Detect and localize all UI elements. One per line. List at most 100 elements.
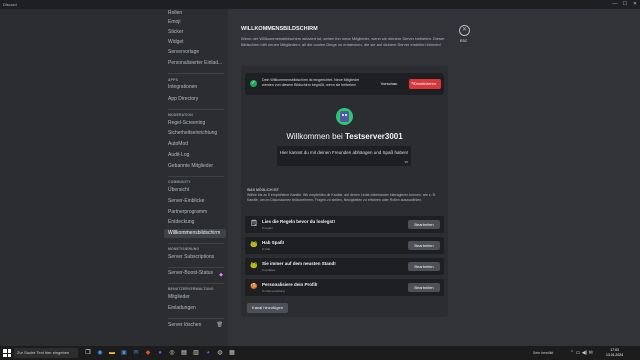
avatar-eye <box>342 114 344 116</box>
windows-taskbar: Zur Suche Text hier eingeben ❐ ◉ ▬ ▣ ✉ ◆… <box>0 346 640 360</box>
close-icon[interactable]: ✕ <box>459 25 470 36</box>
sidebar-item-label: Server-Boost-Status <box>168 270 214 276</box>
sidebar-item-insights[interactable]: Server-Einblicke <box>164 197 226 206</box>
welcome-prefix: Willkommen bei <box>286 132 345 141</box>
section-description: Wähle bis zu 5 empfohlene Kanäle. Wir em… <box>247 193 436 202</box>
weather-text[interactable]: Sehr bewölkt <box>533 346 553 360</box>
list-item-title: Personalisiere dein Profil! <box>262 282 318 287</box>
emoji-icon: 🍪 <box>250 284 258 290</box>
system-tray-icons[interactable]: ⌃ ▭ ◀) ✉ <box>570 346 593 360</box>
sidebar-item-sticker[interactable]: Sticker <box>164 28 226 37</box>
app-icon[interactable]: ◍ <box>216 349 224 357</box>
sidebar-header-user-management: BENUTZERVERWALTUNG <box>168 287 214 291</box>
list-item-channel: # regeln <box>262 226 273 230</box>
avatar-figure <box>340 111 349 122</box>
app-icon[interactable]: ◎ <box>168 349 176 357</box>
file-explorer-icon[interactable]: ▬ <box>108 349 116 357</box>
sidebar-divider <box>168 267 224 268</box>
app-icon[interactable]: ▥ <box>192 349 200 357</box>
sidebar-divider <box>168 283 224 284</box>
boost-gem-icon: ◆ <box>219 272 223 278</box>
sidebar-item-discovery[interactable]: Entdeckung <box>164 218 226 227</box>
sidebar-item-integrations[interactable]: Integrationen <box>164 83 226 92</box>
server-description-input[interactable]: Hier kannst du mit deinen Freunden abhän… <box>277 146 411 166</box>
server-description-text: Hier kannst du mit deinen Freunden abhän… <box>279 150 409 155</box>
mouse-cursor-icon: ↖ <box>411 81 416 87</box>
edit-button[interactable]: Bearbeiten <box>408 283 440 292</box>
list-item: 🗒 Lies die Regeln bevor du loslegst! # r… <box>245 216 444 233</box>
settings-sidebar: Rollen Emoji Sticker Widget Servervorlag… <box>0 9 228 346</box>
sidebar-item-welcome-screen[interactable]: Willkommensbildschirm <box>164 229 226 238</box>
list-item-channel: # updates <box>262 268 276 272</box>
list-item-title: Hab Spaß! <box>262 240 285 245</box>
sidebar-divider <box>168 176 224 177</box>
sidebar-item-overview[interactable]: Übersicht <box>164 186 226 195</box>
sidebar-item-rule-screening[interactable]: Regel-Screening <box>164 119 226 128</box>
list-item: 🐸 Sie immer auf dem neusten Stand! # upd… <box>245 258 444 275</box>
emoji-icon: 🐸 <box>250 263 258 269</box>
sidebar-item-subscriptions[interactable]: Server Subscriptions <box>164 253 226 262</box>
app-icon[interactable]: ▦ <box>228 349 236 357</box>
sidebar-header-moderation: MODERATION <box>168 113 193 117</box>
check-icon: ✓ <box>250 80 257 87</box>
emoji-icon: 🗒 <box>250 221 258 227</box>
sidebar-item-invites[interactable]: Einladungen <box>164 304 226 313</box>
sidebar-item-delete-server[interactable]: Server löschen 🗑 <box>164 321 226 330</box>
brave-icon[interactable]: ◆ <box>144 349 152 357</box>
sidebar-item-vanity-invite[interactable]: Personalisierter Einlad... <box>164 59 226 68</box>
edit-button[interactable]: Bearbeiten <box>408 241 440 250</box>
trash-icon: 🗑 <box>216 322 223 328</box>
esc-label: ESC <box>460 39 468 43</box>
maximize-button[interactable]: ☐ <box>620 0 630 9</box>
edge-icon[interactable]: ◉ <box>96 349 104 357</box>
sidebar-item-emoji[interactable]: Emoji <box>164 18 226 27</box>
mail-icon[interactable]: ✉ <box>132 349 140 357</box>
sidebar-item-label: Server löschen <box>168 322 202 328</box>
store-icon[interactable]: ▣ <box>120 349 128 357</box>
list-item-channel: # chat <box>262 247 271 251</box>
section-header: WAS MÖGLICH IST <box>247 188 279 192</box>
sidebar-header-monetization: MONETISIERUNG <box>168 247 200 251</box>
sidebar-item-automod[interactable]: AutoMod <box>164 140 226 149</box>
sidebar-item-partner[interactable]: Partnerprogramm <box>164 208 226 217</box>
add-channel-button[interactable]: Kanal hinzufügen <box>247 303 288 313</box>
page-title: WILLKOMMENSBILDSCHIRM <box>241 26 318 32</box>
server-name: Testserver3001 <box>345 132 403 141</box>
window-titlebar: Discord — ☐ ✕ <box>0 0 640 9</box>
sidebar-divider <box>168 243 224 244</box>
windows-start-icon[interactable] <box>3 349 11 357</box>
taskbar-search-input[interactable]: Zur Suche Text hier eingeben <box>14 348 78 358</box>
server-avatar[interactable] <box>336 108 353 125</box>
minimize-button[interactable]: — <box>610 0 620 9</box>
app-icon[interactable]: ▤ <box>180 349 188 357</box>
window-title: Discord <box>3 2 17 7</box>
sidebar-item-boost-status[interactable]: Server-Boost-Status ◆ <box>164 269 226 278</box>
sidebar-item-audit-log[interactable]: Audit-Log <box>164 151 226 160</box>
sidebar-divider <box>168 318 224 319</box>
edit-button[interactable]: Bearbeiten <box>408 262 440 271</box>
sidebar-item-widget[interactable]: Widget <box>164 38 226 47</box>
welcome-heading: Willkommen bei Testserver3001 <box>241 132 448 141</box>
sidebar-item-members[interactable]: Mitglieder <box>164 293 226 302</box>
list-item-title: Sie immer auf dem neusten Stand! <box>262 261 336 266</box>
taskbar-clock[interactable]: 17:03 13.01.2024 <box>606 348 623 357</box>
edit-button[interactable]: Bearbeiten <box>408 220 440 229</box>
sidebar-divider <box>168 109 224 110</box>
sidebar-item-app-directory[interactable]: App Directory <box>164 95 226 104</box>
char-counter: 95 <box>404 160 408 164</box>
close-window-button[interactable]: ✕ <box>630 0 640 9</box>
sidebar-item-roles[interactable]: Rollen <box>164 9 226 18</box>
list-item-channel: # rollenverteilung <box>262 289 285 293</box>
sidebar-item-bans[interactable]: Gebannte Mitglieder <box>164 162 226 171</box>
app-icon[interactable]: ● <box>156 349 164 357</box>
preview-button[interactable]: Vorschau <box>376 79 402 88</box>
task-view-icon[interactable]: ❐ <box>84 349 92 357</box>
discord-icon[interactable]: ◕ <box>204 349 212 357</box>
list-item-title: Lies die Regeln bevor du loslegst! <box>262 219 336 224</box>
sidebar-divider <box>168 73 224 74</box>
avatar-eye <box>345 114 347 116</box>
sidebar-item-safety-setup[interactable]: Sicherheitseinrichtung <box>164 129 226 138</box>
list-item: 🍪 Personalisiere dein Profil! # rollenve… <box>245 279 444 296</box>
settings-content: WILLKOMMENSBILDSCHIRM Wenn der Willkomme… <box>228 9 640 346</box>
sidebar-item-template[interactable]: Servervorlage <box>164 48 226 57</box>
